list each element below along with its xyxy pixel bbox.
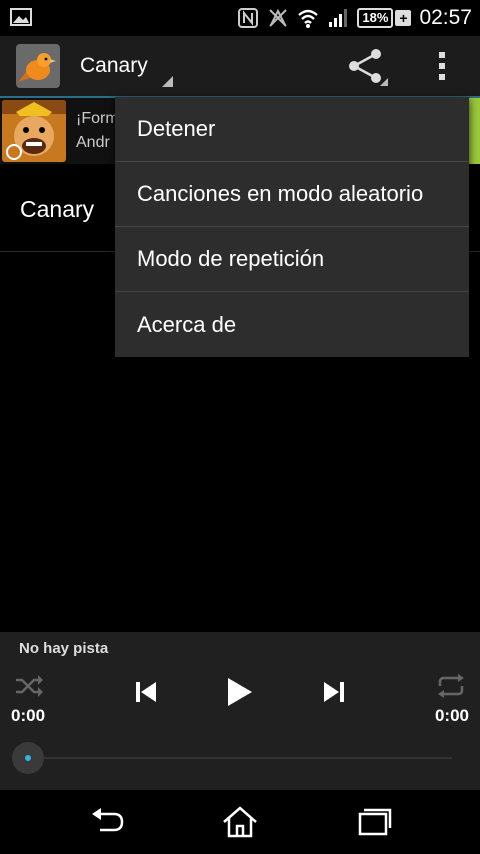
menu-item-about[interactable]: Acerca de [115,292,469,357]
action-bar: Canary [0,36,480,96]
menu-item-shuffle[interactable]: Canciones en modo aleatorio [115,162,469,227]
overflow-menu-icon[interactable] [432,50,452,82]
overflow-menu: Detener Canciones en modo aleatorio Modo… [115,97,469,357]
list-item-label: Canary [20,196,95,222]
seek-bar[interactable] [28,757,452,759]
charging-indicator: + [395,10,412,26]
image-icon [10,8,32,26]
ad-install-button[interactable] [468,98,480,164]
menu-item-stop[interactable]: Detener [115,97,469,162]
status-clock: 02:57 [419,6,472,29]
previous-icon[interactable] [134,680,158,704]
track-label: No hay pista [19,640,109,657]
app-canary-icon[interactable] [16,44,60,88]
spinner-caret-icon [162,76,173,87]
ad-subline: Andr [76,134,110,151]
seek-thumb[interactable] [12,742,44,774]
menu-item-repeat[interactable]: Modo de repetición [115,227,469,292]
share-caret-icon [380,78,388,86]
seek-thumb-dot [25,755,31,761]
ad-game-icon[interactable] [2,100,66,162]
home-icon[interactable] [220,804,260,840]
player-panel: No hay pista 0:00 0:00 [0,632,480,790]
app-title[interactable]: Canary [80,54,148,78]
cell-signal-icon [329,9,348,27]
back-icon[interactable] [88,804,128,840]
ad-headline: ¡Form [76,110,119,127]
shuffle-icon[interactable] [14,674,44,698]
repeat-icon[interactable] [436,674,466,698]
total-time: 0:00 [434,706,469,725]
battery-level: 18% [357,8,394,28]
navigation-bar [0,790,480,854]
elapsed-time: 0:00 [11,706,46,725]
wifi-icon [298,9,319,28]
no-signal-icon [269,8,288,27]
next-icon[interactable] [322,680,346,704]
status-bar: 18% + 02:57 [0,0,480,36]
nfc-icon [238,8,259,28]
play-icon[interactable] [226,676,254,708]
battery-icon: 18% + [357,8,412,28]
recent-apps-icon[interactable] [354,804,394,840]
